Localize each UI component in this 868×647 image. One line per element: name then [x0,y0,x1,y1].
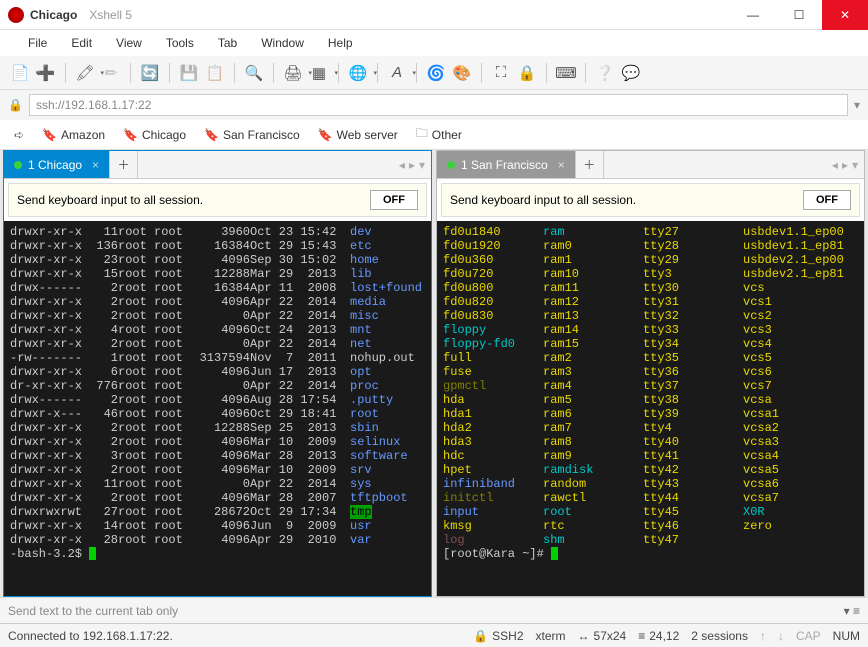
tipbar-right: Send keyboard input to all session. OFF [441,183,860,217]
add-button[interactable]: ➕ [34,61,58,85]
addressbar: 🔒 ssh://192.168.1.17:22 ▾ [0,90,868,120]
globe-button[interactable]: 🌐▾ [346,61,370,85]
status-size: ↔ 57x24 [578,629,627,643]
status-sessions: 2 sessions [691,629,748,643]
close-tab-icon[interactable]: × [92,158,99,172]
palette-button[interactable]: 🎨 [450,61,474,85]
toolbar: 📄▾ ➕ 🖍▾ ✏ 🔄 💾 📋 🔍 🖨▾ ▦▾ 🌐▾ A▾ 🌀 🎨 ⛶ 🔒 ⌨ … [0,56,868,90]
pane-san-francisco: 1 San Francisco × ＋ ◂ ▸ ▾ Send keyboard … [436,150,865,597]
bookmark-arrow-button[interactable]: ➪ [8,124,30,146]
menu-help[interactable]: Help [318,32,363,54]
tab-next-icon[interactable]: ▸ [842,158,848,172]
menu-tools[interactable]: Tools [156,32,204,54]
bookmark-chicago[interactable]: 🔖Chicago [117,124,192,146]
command-placeholder: Send text to the current tab only [8,604,178,618]
status-pos: ≡ 24,12 [638,629,679,643]
status-cap: CAP [796,629,821,643]
tip-text: Send keyboard input to all session. [450,193,636,207]
tab-menu-icon[interactable]: ▾ [419,158,425,172]
tab-menu-icon[interactable]: ▾ [852,158,858,172]
status-num: NUM [833,629,860,643]
highlight-button[interactable]: 🖍▾ [73,61,97,85]
refresh-button[interactable]: 🔄 [138,61,162,85]
bookmark-other[interactable]: 🗀Other [410,120,468,149]
titlebar: Chicago Xshell 5 — ☐ ✕ [0,0,868,30]
search-button[interactable]: 🔍 [242,61,266,85]
bookmark-amazon[interactable]: 🔖Amazon [36,124,111,146]
menu-file[interactable]: File [18,32,57,54]
menu-tab[interactable]: Tab [208,32,247,54]
tab-prev-icon[interactable]: ◂ [832,158,838,172]
app-name: Xshell 5 [89,8,132,22]
lock-icon: 🔒 [8,98,23,112]
copy-button[interactable]: 📋 [203,61,227,85]
minimize-button[interactable]: — [730,0,776,30]
status-termtype: xterm [536,629,566,643]
maximize-button[interactable]: ☐ [776,0,822,30]
tab-label: 1 Chicago [28,158,82,172]
menubar: File Edit View Tools Tab Window Help [0,30,868,56]
tabstrip-right: 1 San Francisco × ＋ ◂ ▸ ▾ [437,151,864,179]
bookmark-san-francisco[interactable]: 🔖San Francisco [198,124,306,146]
command-bar[interactable]: Send text to the current tab only ▾ ≡ [0,597,868,623]
pane-chicago: 1 Chicago × ＋ ◂ ▸ ▾ Send keyboard input … [3,150,432,597]
terminal-san-francisco[interactable]: fd0u1840ramtty27usbdev1.1_ep00fd0u1920ra… [437,221,864,596]
fullscreen-button[interactable]: ⛶ [489,61,513,85]
bookmark-web-server[interactable]: 🔖Web server [312,124,404,146]
tab-prev-icon[interactable]: ◂ [399,158,405,172]
address-input[interactable]: ssh://192.168.1.17:22 [29,94,848,116]
keyboard-button[interactable]: ⌨ [554,61,578,85]
tab-next-icon[interactable]: ▸ [409,158,415,172]
tab-san-francisco[interactable]: 1 San Francisco × [437,151,576,178]
bookmarkbar: ➪ 🔖Amazon 🔖Chicago 🔖San Francisco 🔖Web s… [0,120,868,150]
tip-off-button[interactable]: OFF [803,190,851,210]
panes: 1 Chicago × ＋ ◂ ▸ ▾ Send keyboard input … [0,150,868,597]
tipbar-left: Send keyboard input to all session. OFF [8,183,427,217]
status-dot-icon [14,161,22,169]
tab-label: 1 San Francisco [461,158,548,172]
tab-chicago[interactable]: 1 Chicago × [4,151,110,178]
app-icon [8,7,24,23]
status-proto: 🔒 SSH2 [473,629,523,643]
menu-window[interactable]: Window [251,32,314,54]
tab-nav: ◂ ▸ ▾ [399,151,431,178]
refresh2-button[interactable]: 🌀 [424,61,448,85]
tip-text: Send keyboard input to all session. [17,193,203,207]
erase-button[interactable]: ✏ [99,61,123,85]
print-button[interactable]: 🖨▾ [281,61,305,85]
layout-button[interactable]: ▦▾ [307,61,331,85]
tabstrip-left: 1 Chicago × ＋ ◂ ▸ ▾ [4,151,431,179]
add-tab-button[interactable]: ＋ [110,151,138,178]
window-title: Chicago [30,8,77,22]
menu-view[interactable]: View [106,32,152,54]
status-up-icon[interactable]: ↑ [760,629,766,643]
chat-button[interactable]: 💬 [619,61,643,85]
status-down-icon[interactable]: ↓ [778,629,784,643]
close-tab-icon[interactable]: × [558,158,565,172]
statusbar: Connected to 192.168.1.17:22. 🔒 SSH2 xte… [0,623,868,647]
status-connection: Connected to 192.168.1.17:22. [8,629,173,643]
lock-button[interactable]: 🔒 [515,61,539,85]
tab-nav: ◂ ▸ ▾ [832,151,864,178]
close-button[interactable]: ✕ [822,0,868,30]
status-dot-icon [447,161,455,169]
address-dropdown-icon[interactable]: ▾ [854,98,860,112]
tip-off-button[interactable]: OFF [370,190,418,210]
help-button[interactable]: ❔ [593,61,617,85]
font-button[interactable]: A▾ [385,61,409,85]
add-tab-button[interactable]: ＋ [576,151,604,178]
terminal-chicago[interactable]: drwxr-xr-x11 root root3960 Oct 23 15:42 … [4,221,431,596]
command-dropdown-icon[interactable]: ▾ ≡ [844,604,860,618]
menu-edit[interactable]: Edit [61,32,102,54]
save-button[interactable]: 💾 [177,61,201,85]
new-session-button[interactable]: 📄▾ [8,61,32,85]
